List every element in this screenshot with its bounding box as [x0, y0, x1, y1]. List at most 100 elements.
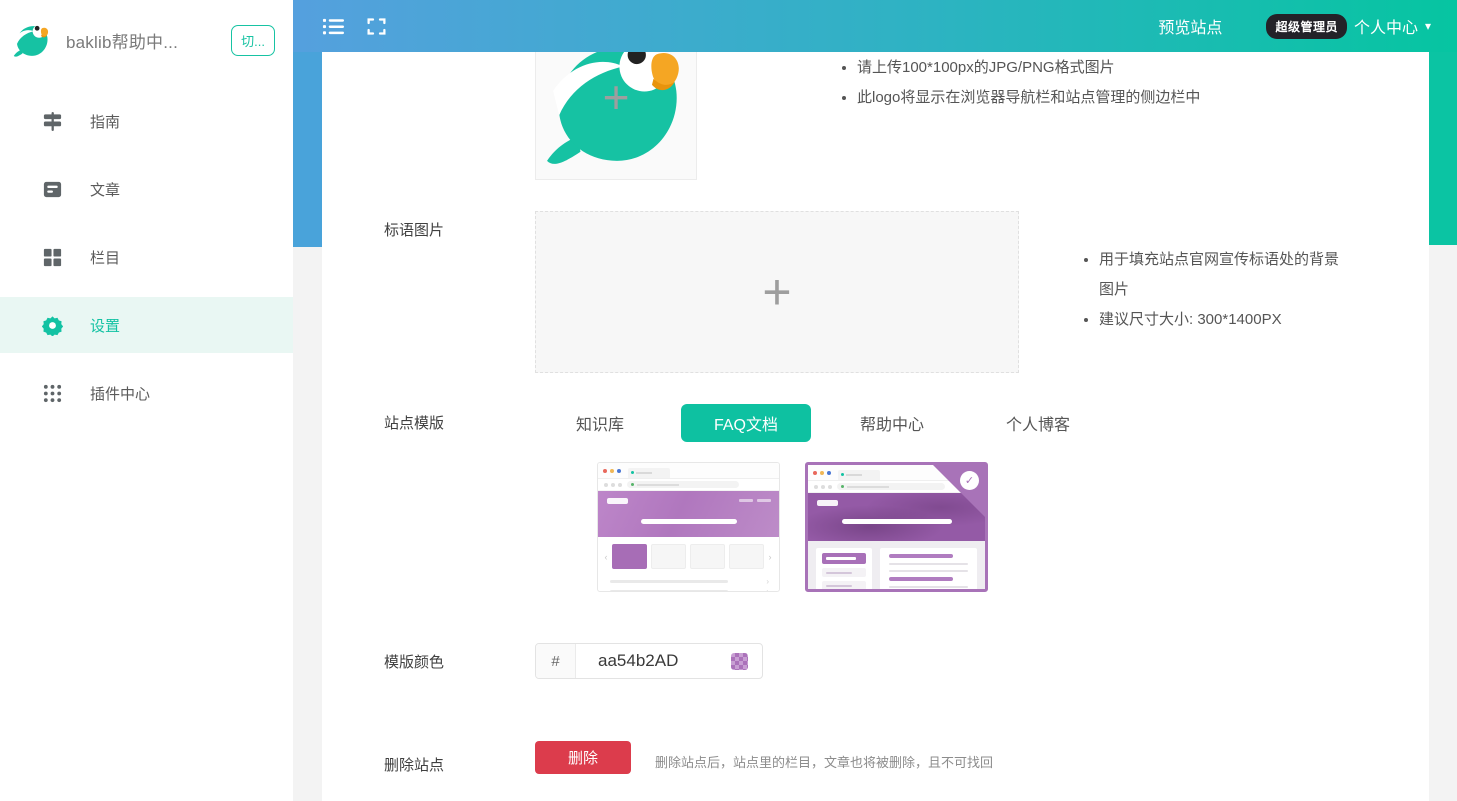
- preview-article-list: › › ›: [598, 573, 779, 591]
- back-icon: [604, 482, 608, 487]
- tab-faq-doc[interactable]: FAQ文档: [681, 404, 811, 442]
- tab-knowledge-base[interactable]: 知识库: [535, 404, 665, 442]
- preview-search-bar: [640, 519, 737, 524]
- preview-card-carousel: ‹ ›: [598, 537, 779, 573]
- check-icon: ✓: [960, 471, 979, 490]
- sidebar-item-guide[interactable]: 指南: [0, 93, 293, 149]
- delete-site-row: 删除站点 删除 删除站点后，站点里的栏目，文章也将被删除，且不可找回: [384, 741, 1429, 775]
- url-line: [637, 483, 679, 486]
- scrollbar-thumb-left[interactable]: [293, 52, 322, 247]
- mini-logo-dot: [631, 471, 634, 474]
- signpost-icon: [42, 111, 63, 132]
- traffic-dot-blue: [617, 468, 621, 473]
- selected-corner-ribbon: [933, 465, 985, 517]
- sidebar-item-plugins[interactable]: 插件中心: [0, 365, 293, 421]
- site-title: baklib帮助中...: [66, 32, 178, 52]
- banner-hints: 用于填充站点官网宣传标语处的背景图片 建议尺寸大小: 300*1400PX: [1079, 245, 1347, 335]
- topbar: 预览站点 超级管理员 个人中心 ▾: [293, 0, 1457, 52]
- fullscreen-icon[interactable]: [366, 15, 389, 38]
- template-picker: 知识库 FAQ文档 帮助中心 个人博客: [535, 404, 1119, 442]
- template-label: 站点模版: [384, 415, 445, 432]
- color-value-input[interactable]: [576, 651, 731, 671]
- carousel-left-icon: ‹: [604, 551, 608, 562]
- traffic-dot-red: [813, 470, 817, 475]
- preview-card: [690, 544, 725, 569]
- back-icon: [814, 484, 818, 489]
- account-label: 个人中心: [1353, 20, 1418, 37]
- preview-card: [651, 544, 686, 569]
- color-swatch[interactable]: [731, 652, 748, 670]
- settings-form: + 请上传100*100px的JPG/PNG格式图片 此logo将显示在浏览器导…: [322, 52, 1429, 801]
- role-badge: 超级管理员: [1266, 13, 1347, 39]
- traffic-dot-red: [603, 468, 607, 473]
- carousel-right-icon: ›: [768, 551, 772, 562]
- sidebar-item-label: 栏目: [90, 249, 121, 267]
- browser-urlbar: [598, 479, 779, 491]
- preview-hero-banner: [598, 491, 779, 537]
- sidebar-header: baklib帮助中... 切...: [0, 0, 293, 80]
- baklib-bird-logo-icon: [13, 24, 49, 57]
- topbar-right: 预览站点 超级管理员 个人中心 ▾: [1158, 13, 1431, 39]
- account-menu[interactable]: 个人中心 ▾: [1354, 14, 1431, 38]
- delete-button[interactable]: 删除: [535, 741, 631, 774]
- sidebar-item-label: 指南: [90, 113, 121, 131]
- traffic-dot-yellow: [610, 468, 614, 473]
- tab-title-line: [846, 473, 862, 476]
- reload-icon: [828, 484, 832, 489]
- browser-tab: [838, 469, 880, 480]
- url-line: [847, 485, 889, 488]
- sidebar-item-articles[interactable]: 文章: [0, 161, 293, 217]
- preview-nav-lines: [735, 499, 771, 502]
- logo-upload-row: + 请上传100*100px的JPG/PNG格式图片 此logo将显示在浏览器导…: [384, 52, 1429, 180]
- template-previews: ‹ › › › ›: [597, 462, 1429, 592]
- template-thumbnail-knowledge[interactable]: ‹ › › › ›: [597, 462, 780, 592]
- content-wrap: + 请上传100*100px的JPG/PNG格式图片 此logo将显示在浏览器导…: [293, 52, 1457, 801]
- color-label: 模版颜色: [384, 654, 445, 671]
- mini-logo-dot: [841, 473, 844, 476]
- preview-site-link[interactable]: 预览站点: [1158, 14, 1222, 38]
- list-menu-icon[interactable]: [322, 15, 345, 38]
- address-pill: [837, 483, 945, 490]
- sidebar-item-label: 文章: [90, 181, 121, 199]
- delete-controls: 删除 删除站点后，站点里的栏目，文章也将被删除，且不可找回: [535, 741, 993, 774]
- banner-upload-box[interactable]: +: [535, 211, 1019, 373]
- forward-icon: [611, 482, 615, 487]
- banner-hint: 用于填充站点官网宣传标语处的背景图片: [1099, 245, 1347, 305]
- tab-help-center[interactable]: 帮助中心: [827, 404, 957, 442]
- preview-search-bar: [841, 519, 952, 524]
- banner-label: 标语图片: [384, 222, 445, 239]
- switch-site-button[interactable]: 切...: [231, 24, 275, 56]
- color-input-group: #: [535, 643, 763, 679]
- article-icon: [42, 179, 63, 200]
- template-color-row: 模版颜色 #: [384, 643, 1429, 679]
- address-pill: [627, 481, 739, 488]
- preview-card-active: [612, 544, 647, 569]
- content-scrollbar-left[interactable]: [293, 52, 322, 801]
- main-area: 预览站点 超级管理员 个人中心 ▾ + • 请上传100*100px的JPG/P…: [293, 0, 1457, 801]
- preview-faq-sidebar: [816, 548, 872, 589]
- preview-faq-list: [880, 548, 977, 589]
- plus-icon: +: [602, 71, 630, 124]
- sidebar-item-settings[interactable]: 设置: [0, 297, 293, 353]
- sidebar-item-sections[interactable]: 栏目: [0, 229, 293, 285]
- preview-faq-layout: [808, 541, 985, 589]
- traffic-dot-yellow: [820, 470, 824, 475]
- preview-logo-chip: [607, 498, 628, 504]
- browser-chrome: [598, 463, 779, 479]
- gear-icon: [42, 315, 63, 336]
- scrollbar-thumb-right[interactable]: [1429, 52, 1457, 245]
- logo-hint: 此logo将显示在浏览器导航栏和站点管理的侧边栏中: [857, 83, 1200, 113]
- plus-icon: +: [762, 264, 792, 320]
- lock-icon: [841, 485, 844, 488]
- reload-icon: [618, 482, 622, 487]
- logo-upload-box[interactable]: +: [535, 52, 697, 180]
- template-thumbnail-faq[interactable]: ✓: [805, 462, 988, 592]
- traffic-dot-blue: [827, 470, 831, 475]
- tab-personal-blog[interactable]: 个人博客: [973, 404, 1103, 442]
- logo-hints: 请上传100*100px的JPG/PNG格式图片 此logo将显示在浏览器导航栏…: [837, 53, 1200, 113]
- dots-grid-icon: [42, 383, 63, 404]
- preview-card: [729, 544, 764, 569]
- template-row: 站点模版 知识库 FAQ文档 帮助中心 个人博客: [384, 404, 1429, 442]
- sidebar-item-label: 插件中心: [90, 385, 151, 403]
- content-scrollbar-right[interactable]: [1429, 52, 1457, 801]
